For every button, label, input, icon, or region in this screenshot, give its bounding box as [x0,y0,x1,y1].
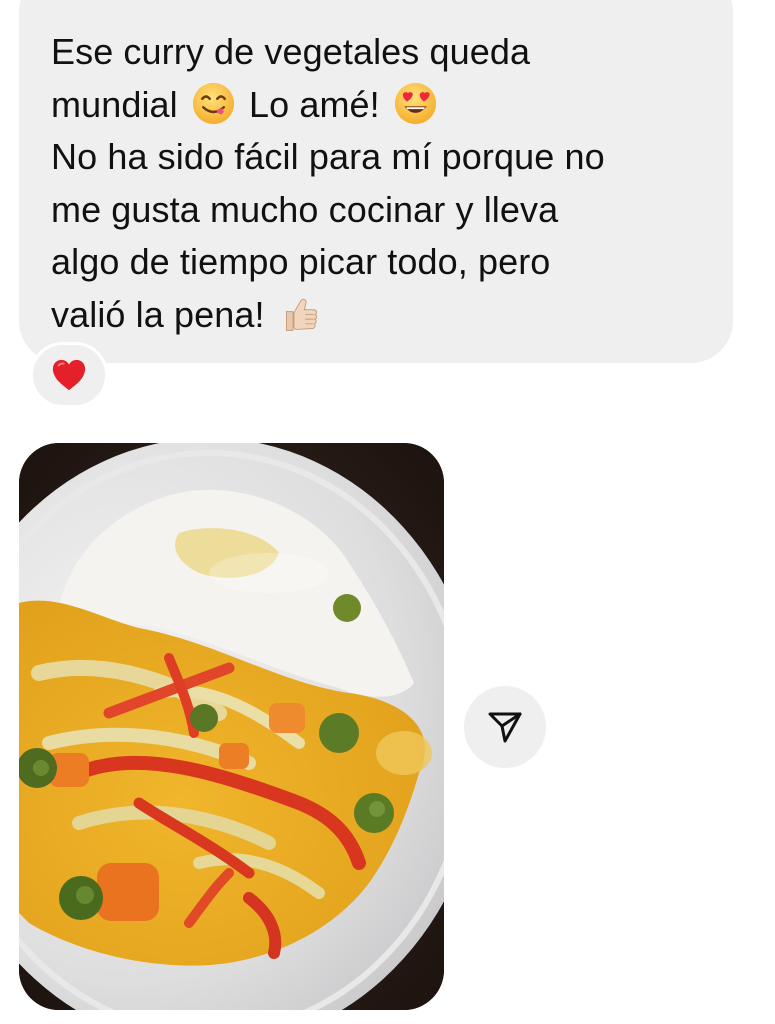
message-line-4: me gusta mucho cocinar y lleva [51,188,559,230]
heart-eyes-emoji-icon [393,81,438,126]
message-line-2a: mundial [51,83,178,125]
chat-screen: Ese curry de vegetales queda mundial Lo … [0,0,775,1024]
thumbs-up-emoji-icon [278,291,323,336]
heart-reaction[interactable] [30,342,108,408]
message-line-3: No ha sido fácil para mí porque no [51,136,605,177]
red-heart-icon [52,359,86,391]
curry-photo[interactable] [19,443,444,1010]
message-text: Ese curry de vegetales queda mundial Lo … [51,26,703,341]
yum-face-emoji-icon [191,81,236,126]
paper-plane-icon [488,712,522,743]
message-line-2b: Lo amé! [249,83,380,125]
message-line-6: valió la pena! [51,293,265,335]
message-line-1: Ese curry de vegetales queda [51,31,531,72]
message-bubble[interactable]: Ese curry de vegetales queda mundial Lo … [19,0,733,363]
curry-dish-image [19,443,444,1010]
message-line-5: algo de tiempo picar todo, pero [51,241,551,282]
share-button[interactable] [464,686,546,768]
